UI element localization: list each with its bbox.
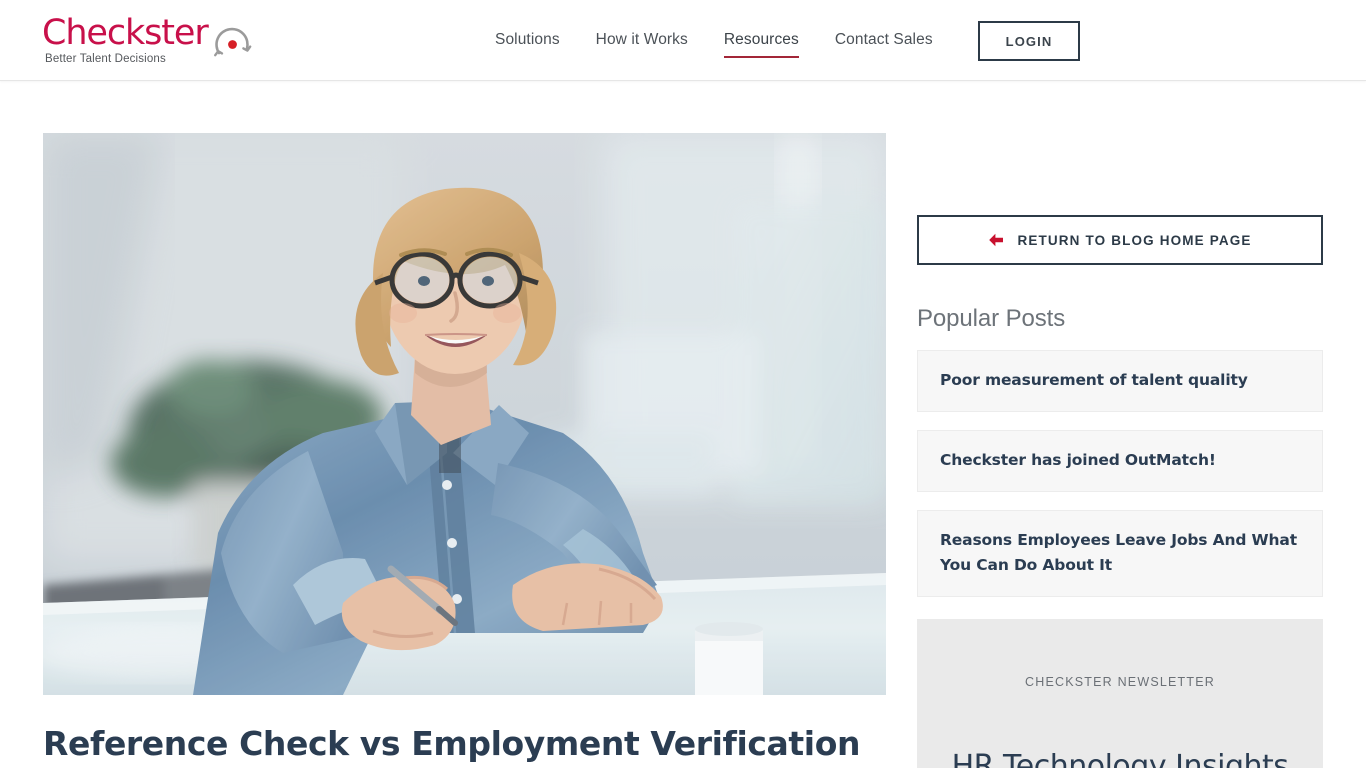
article-hero-image [43,133,886,695]
newsletter-title: HR Technology Insights for Real Impact [951,749,1289,768]
nav-item-resources[interactable]: Resources [723,25,799,58]
popular-posts-heading: Popular Posts [917,305,1066,332]
page-body: Reference Check vs Employment Verificati… [0,81,1366,768]
arrow-left-icon [989,233,1004,247]
main-navigation: Solutions How it Works Resources Contact… [495,0,969,81]
article-title: Reference Check vs Employment Verificati… [43,724,861,763]
newsletter-eyebrow: CHECKSTER NEWSLETTER [1025,675,1215,689]
popular-post-item[interactable]: Poor measurement of talent quality [917,350,1323,412]
nav-item-contact-sales[interactable]: Contact Sales [835,25,933,56]
logo-tagline: Better Talent Decisions [45,53,166,65]
popular-post-item[interactable]: Reasons Employees Leave Jobs And What Yo… [917,510,1323,597]
popular-post-title: Poor measurement of talent quality [940,371,1248,389]
popular-post-title: Checkster has joined OutMatch! [940,451,1216,469]
site-header: Checkster Better Talent Decisions Soluti… [0,0,1366,81]
return-button-label: RETURN TO BLOG HOME PAGE [1017,232,1252,248]
site-logo[interactable]: Checkster Better Talent Decisions [42,13,252,69]
return-to-blog-home-button[interactable]: RETURN TO BLOG HOME PAGE [917,215,1323,265]
article-column: Reference Check vs Employment Verificati… [43,133,886,765]
circular-arrow-icon [214,27,252,57]
popular-post-title: Reasons Employees Leave Jobs And What Yo… [940,531,1297,574]
hero-illustration [43,133,886,695]
nav-item-solutions[interactable]: Solutions [495,25,560,56]
logo-wordmark: Checkster [42,13,209,53]
nav-item-how-it-works[interactable]: How it Works [596,25,688,56]
popular-post-item[interactable]: Checkster has joined OutMatch! [917,430,1323,492]
sidebar: RETURN TO BLOG HOME PAGE Popular Posts P… [917,215,1323,768]
login-button[interactable]: LOGIN [978,21,1080,61]
newsletter-card: CHECKSTER NEWSLETTER HR Technology Insig… [917,619,1323,768]
